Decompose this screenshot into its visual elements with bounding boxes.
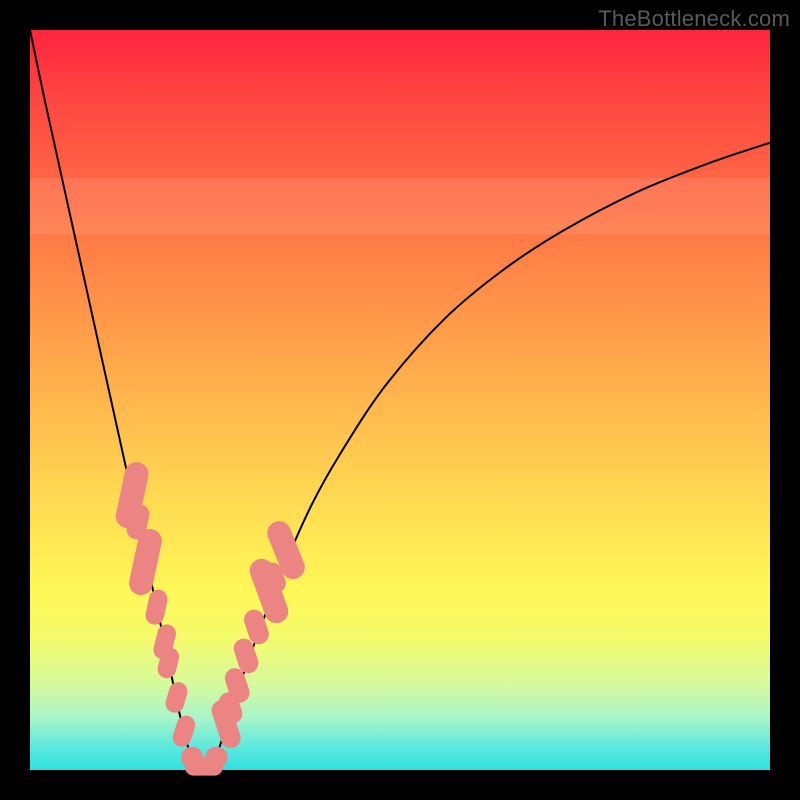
chart-overlay-svg xyxy=(30,30,770,770)
attribution-watermark: TheBottleneck.com xyxy=(598,6,790,32)
chart-frame: TheBottleneck.com xyxy=(0,0,800,800)
data-marker xyxy=(170,713,197,749)
data-marker xyxy=(163,680,189,715)
data-marker xyxy=(205,747,227,768)
data-marker xyxy=(144,588,169,626)
bottleneck-curve xyxy=(30,30,770,769)
data-marker-group xyxy=(114,460,309,776)
pale-highlight-band xyxy=(30,178,770,234)
